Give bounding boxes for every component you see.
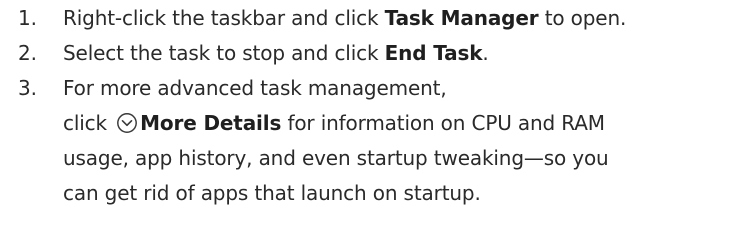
step-text-after: for information on CPU and RAM (281, 111, 605, 135)
step-text-after: . (482, 41, 489, 65)
step-text-line-3: usage, app history, and even startup twe… (63, 146, 609, 170)
more-details-label: More Details (140, 111, 282, 135)
list-item-step-3: 3. For more advanced task management, cl… (0, 71, 734, 211)
instruction-list: 1. Right-click the taskbar and click Tas… (0, 1, 734, 211)
step-text-line-4: can get rid of apps that launch on start… (63, 181, 481, 205)
step-number: 1. (18, 6, 37, 30)
step-text: Select the task to stop and click End Ta… (63, 36, 734, 71)
step-text-before: Right-click the taskbar and click (63, 6, 385, 30)
list-item-step-2: 2. Select the task to stop and click End… (0, 36, 734, 71)
step-text-line-1: For more advanced task management, (63, 76, 447, 100)
step-number: 2. (18, 41, 37, 65)
step-text-before: click (63, 111, 114, 135)
instructions-page: 1. Right-click the taskbar and click Tas… (0, 0, 734, 245)
step-text: Right-click the taskbar and click Task M… (63, 1, 734, 36)
end-task-label: End Task (384, 41, 483, 65)
step-text-after: to open. (538, 6, 627, 30)
list-item-step-1: 1. Right-click the taskbar and click Tas… (0, 1, 734, 36)
step-text-line-2: click More Details for information on CP… (63, 106, 734, 141)
task-manager-label: Task Manager (384, 6, 539, 30)
chevron-down-circle-icon (116, 112, 138, 134)
step-text-before: Select the task to stop and click (63, 41, 385, 65)
step-number: 3. (18, 76, 37, 100)
